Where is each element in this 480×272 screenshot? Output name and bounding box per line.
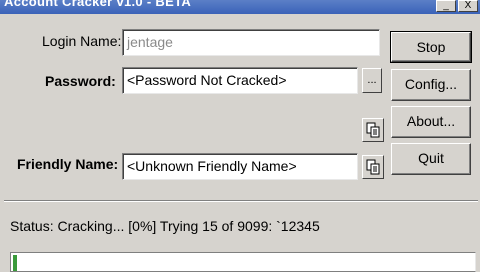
window-title: Account Cracker v1.0 - BETA	[4, 0, 192, 9]
friendly-name-label: Friendly Name:	[17, 156, 119, 172]
config-button[interactable]: Config...	[391, 69, 471, 101]
close-button[interactable]: X	[458, 0, 478, 12]
copy-password-button[interactable]	[362, 118, 384, 142]
password-field[interactable]: <Password Not Cracked>	[122, 67, 358, 94]
about-button[interactable]: About...	[391, 106, 471, 138]
minimize-button[interactable]: _	[436, 0, 456, 12]
progress-fill	[13, 255, 17, 271]
title-bar: Account Cracker v1.0 - BETA _ X	[0, 0, 480, 14]
login-name-field[interactable]: jentage	[122, 29, 380, 56]
status-text: Status: Cracking... [0%] Trying 15 of 90…	[10, 218, 320, 234]
quit-button[interactable]: Quit	[391, 143, 471, 175]
friendly-name-field[interactable]: <Unknown Friendly Name>	[122, 153, 358, 180]
progress-bar	[10, 252, 476, 272]
copy-icon	[366, 159, 380, 175]
separator	[4, 200, 478, 202]
login-name-label: Login Name:	[42, 33, 122, 49]
stop-button[interactable]: Stop	[390, 31, 472, 63]
copy-friendly-button[interactable]	[362, 155, 384, 179]
browse-button[interactable]: ...	[362, 68, 382, 93]
password-label: Password:	[45, 73, 116, 89]
copy-icon	[366, 122, 380, 138]
